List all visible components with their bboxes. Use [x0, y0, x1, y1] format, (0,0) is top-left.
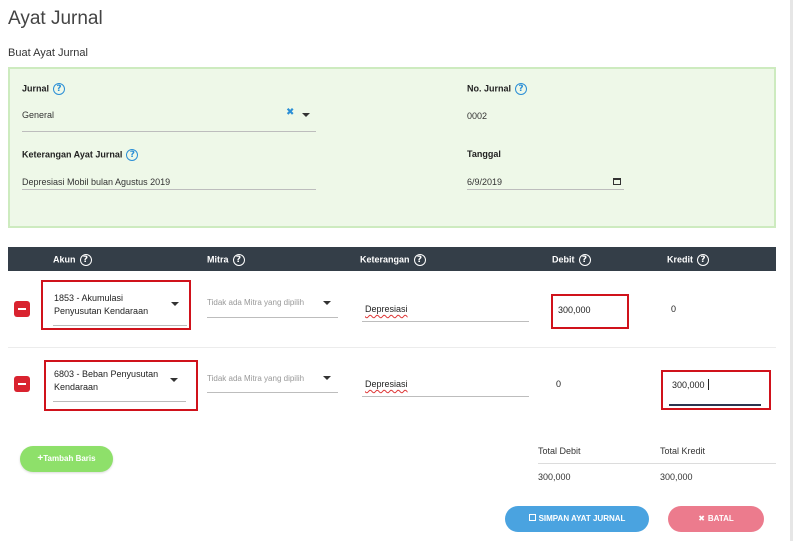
kredit-input[interactable]: 300,000 [661, 370, 771, 410]
header-kredit: Kredit? [667, 254, 710, 266]
close-icon: ✖ [698, 514, 705, 523]
cancel-button[interactable]: ✖ BATAL [668, 506, 764, 532]
no-jurnal-value: 0002 [467, 111, 488, 121]
kredit-input-value: 300,000 [672, 380, 705, 390]
help-icon[interactable]: ? [126, 149, 139, 161]
keterangan-label-text: Keterangan Ayat Jurnal [22, 149, 123, 160]
debit-value[interactable]: 0 [556, 379, 561, 389]
tanggal-label: Tanggal [467, 149, 501, 159]
chevron-down-icon [323, 301, 331, 305]
help-icon[interactable]: ? [79, 254, 92, 266]
mitra-select-value: Tidak ada Mitra yang dipilih [207, 298, 305, 307]
keterangan-row-value: Depresiasi [365, 304, 408, 314]
keterangan-row-input[interactable]: Depresiasi [362, 372, 529, 397]
header-mitra-text: Mitra [207, 254, 229, 265]
clear-icon[interactable]: ✖ [286, 107, 294, 118]
akun-select[interactable]: 1853 - Akumulasi Penyusutan Kendaraan [41, 280, 191, 330]
add-row-label: Tambah Baris [43, 454, 96, 463]
total-debit-value: 300,000 [538, 472, 571, 482]
header-akun-text: Akun [53, 254, 76, 265]
help-icon[interactable]: ? [53, 83, 66, 95]
floppy-icon [528, 514, 536, 522]
no-jurnal-label-text: No. Jurnal [467, 83, 512, 94]
keterangan-row-input[interactable]: Depresiasi [362, 297, 529, 322]
kredit-focus-underline [669, 404, 761, 406]
header-keterangan: Keterangan? [360, 254, 426, 266]
chevron-down-icon [170, 378, 178, 382]
header-mitra: Mitra? [207, 254, 245, 266]
help-icon[interactable]: ? [697, 254, 710, 266]
text-cursor [708, 379, 709, 390]
jurnal-select[interactable]: General ✖ [22, 102, 316, 132]
remove-row-button[interactable] [14, 376, 30, 392]
kredit-value[interactable]: 0 [671, 304, 676, 314]
total-kredit-value: 300,000 [660, 472, 693, 482]
cancel-label: BATAL [707, 514, 734, 523]
no-jurnal-label: No. Jurnal? [467, 83, 528, 95]
mitra-select[interactable]: Tidak ada Mitra yang dipilih [207, 367, 338, 393]
save-journal-button[interactable]: SIMPAN AYAT JURNAL [505, 506, 649, 532]
akun-line-2: Kendaraan [54, 382, 99, 392]
akun-select-value: 1853 - Akumulasi Penyusutan Kendaraan [54, 292, 148, 318]
akun-line-1: 6803 - Beban Penyusutan [54, 369, 159, 379]
totals-divider [538, 463, 776, 464]
help-icon[interactable]: ? [515, 83, 528, 95]
debit-input-value: 300,000 [558, 305, 591, 315]
section-title: Buat Ayat Jurnal [8, 47, 88, 59]
jurnal-select-value: General [22, 110, 55, 120]
help-icon[interactable]: ? [232, 254, 245, 266]
debit-input[interactable]: 300,000 [551, 294, 629, 329]
add-row-button[interactable]: +Tambah Baris [20, 446, 113, 472]
total-debit-label: Total Debit [538, 446, 581, 456]
keterangan-row-value: Depresiasi [365, 379, 408, 389]
header-debit-text: Debit [552, 254, 575, 265]
akun-line-2: Penyusutan Kendaraan [54, 306, 149, 316]
jurnal-label: Jurnal? [22, 83, 66, 95]
chevron-down-icon [323, 376, 331, 380]
keterangan-input-value: Depresiasi Mobil bulan Agustus 2019 [22, 177, 171, 187]
remove-row-button[interactable] [14, 301, 30, 317]
journal-form-panel [8, 67, 776, 228]
help-icon[interactable]: ? [578, 254, 591, 266]
help-icon[interactable]: ? [413, 254, 426, 266]
akun-underline [53, 325, 187, 326]
chevron-down-icon[interactable] [302, 113, 310, 117]
save-journal-label: SIMPAN AYAT JURNAL [538, 514, 626, 523]
page-title: Ayat Jurnal [8, 8, 103, 29]
keterangan-label: Keterangan Ayat Jurnal? [22, 149, 139, 161]
tanggal-input[interactable]: 6/9/2019 [467, 172, 624, 190]
mitra-select[interactable]: Tidak ada Mitra yang dipilih [207, 292, 338, 318]
mitra-select-value: Tidak ada Mitra yang dipilih [207, 374, 305, 383]
akun-select[interactable]: 6803 - Beban Penyusutan Kendaraan [44, 360, 198, 411]
chevron-down-icon [171, 302, 179, 306]
keterangan-input[interactable]: Depresiasi Mobil bulan Agustus 2019 [22, 172, 316, 190]
row-divider [8, 347, 776, 348]
calendar-icon[interactable] [613, 178, 621, 185]
header-kredit-text: Kredit [667, 254, 694, 265]
tanggal-input-value: 6/9/2019 [467, 177, 503, 187]
header-debit: Debit? [552, 254, 591, 266]
akun-select-value: 6803 - Beban Penyusutan Kendaraan [54, 368, 158, 394]
akun-line-1: 1853 - Akumulasi [54, 293, 124, 303]
header-akun: Akun? [53, 254, 92, 266]
jurnal-label-text: Jurnal [22, 83, 50, 94]
table-header: Akun? Mitra? Keterangan? Debit? Kredit? [8, 247, 776, 271]
akun-underline [53, 401, 186, 402]
total-kredit-label: Total Kredit [660, 446, 706, 456]
header-keterangan-text: Keterangan [360, 254, 410, 265]
